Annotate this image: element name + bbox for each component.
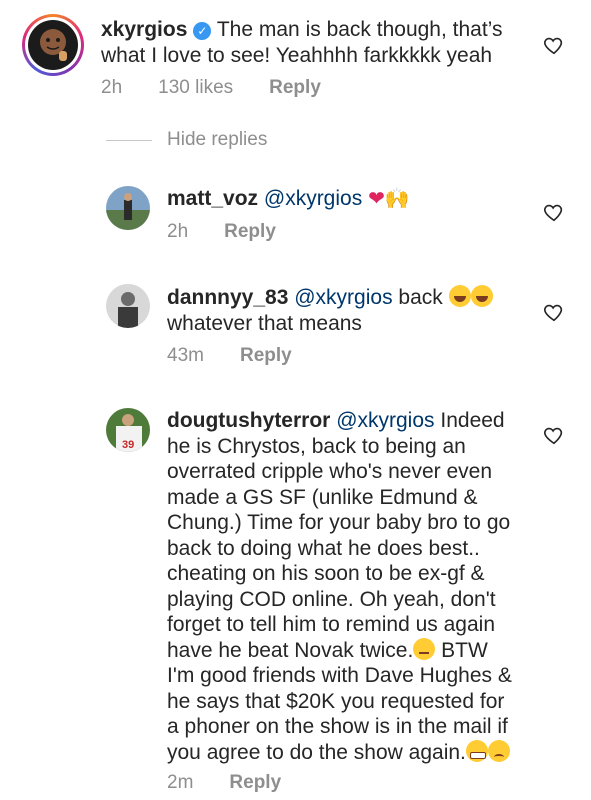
reply-text-line: playing COD online. Oh yeah, don't: [167, 587, 496, 611]
grimacing-emoji-icon: [465, 739, 488, 762]
reply-text-btw: BTW: [441, 638, 488, 662]
comment-time: 2h: [101, 77, 123, 98]
like-heart-icon[interactable]: [543, 424, 565, 446]
reply-body: dougtushyterror @xkyrgios Indeed he is C…: [167, 408, 547, 765]
reply-text-line: have he beat Novak twice.: [167, 638, 414, 662]
svg-text:39: 39: [122, 439, 134, 451]
reply-mention[interactable]: @xkyrgios: [294, 286, 392, 309]
reply-meta: 43m Reply: [167, 345, 328, 367]
reply-button[interactable]: Reply: [240, 345, 292, 366]
reply-button[interactable]: Reply: [224, 221, 276, 242]
reply-text-line: he is Chrystos, back to being an: [167, 434, 466, 458]
reply-text-line: made a GS SF (unlike Edmund &: [167, 485, 478, 509]
like-heart-icon[interactable]: [543, 34, 565, 56]
reply-username[interactable]: matt_voz: [167, 187, 258, 210]
like-heart-icon[interactable]: [543, 201, 565, 223]
avatar-image: [28, 20, 78, 70]
like-count[interactable]: 130 likes: [158, 77, 233, 98]
heart-emoji-icon: ❤: [368, 188, 385, 210]
reply-mention[interactable]: @xkyrgios: [264, 187, 362, 210]
comment-meta: 2h 130 likes Reply: [101, 77, 357, 99]
reply-username[interactable]: dannnyy_83: [167, 286, 288, 309]
hide-replies-button[interactable]: Hide replies: [167, 129, 267, 151]
reply-body: matt_voz @xkyrgios ❤🙌: [167, 186, 410, 213]
avatar[interactable]: 39: [106, 408, 150, 452]
reply-meta: 2h Reply: [167, 221, 312, 243]
reply-username[interactable]: dougtushyterror: [167, 409, 330, 432]
hide-replies-divider: [106, 140, 152, 141]
reply-button[interactable]: Reply: [269, 77, 321, 98]
reply-text-line: forget to tell him to remind us again: [167, 613, 496, 636]
laughing-emoji-icon: [448, 285, 471, 307]
reply-time: 2m: [167, 772, 194, 793]
verified-icon: ✓: [193, 22, 212, 40]
reply-text-line: a phoner on the show is in the mail if: [167, 715, 508, 738]
reply-text-line1: back: [398, 286, 443, 309]
unamused-emoji-icon: [413, 637, 436, 660]
reply-text-line: back to doing what he does best..: [167, 536, 480, 560]
avatar-ring: [25, 17, 81, 73]
reply-meta: 2m Reply: [167, 772, 317, 794]
comment-username[interactable]: xkyrgios: [101, 18, 187, 41]
reply-text-line: Indeed: [440, 409, 505, 432]
avatar[interactable]: [106, 284, 150, 328]
reply-time: 2h: [167, 221, 189, 242]
worried-emoji-icon: [487, 739, 510, 762]
like-heart-icon[interactable]: [543, 301, 565, 323]
reply-text-line: Chung.) Time for your baby bro to go: [167, 511, 511, 534]
raising-hands-emoji-icon: 🙌: [384, 188, 410, 210]
reply-text-line: he says that $20K you requested for: [167, 689, 505, 713]
reply-text-line: I'm good friends with Dave Hughes &: [167, 664, 512, 687]
comment-body: xkyrgios ✓ The man is back though, that’s…: [101, 17, 541, 68]
laughing-emoji-icon: [470, 285, 493, 307]
reply-text-line: overrated cripple who's never even: [167, 460, 493, 483]
reply-button[interactable]: Reply: [229, 772, 281, 793]
reply-mention[interactable]: @xkyrgios: [336, 409, 434, 432]
reply-time: 43m: [167, 345, 204, 366]
reply-text-line: cheating on his soon to be ex-gf &: [167, 562, 485, 585]
reply-body: dannnyy_83 @xkyrgios back whatever that …: [167, 285, 527, 336]
reply-text-line2: whatever that means: [167, 311, 362, 335]
avatar[interactable]: [22, 14, 84, 76]
avatar[interactable]: [106, 186, 150, 230]
reply-text-line: you agree to do the show again.: [167, 740, 466, 764]
